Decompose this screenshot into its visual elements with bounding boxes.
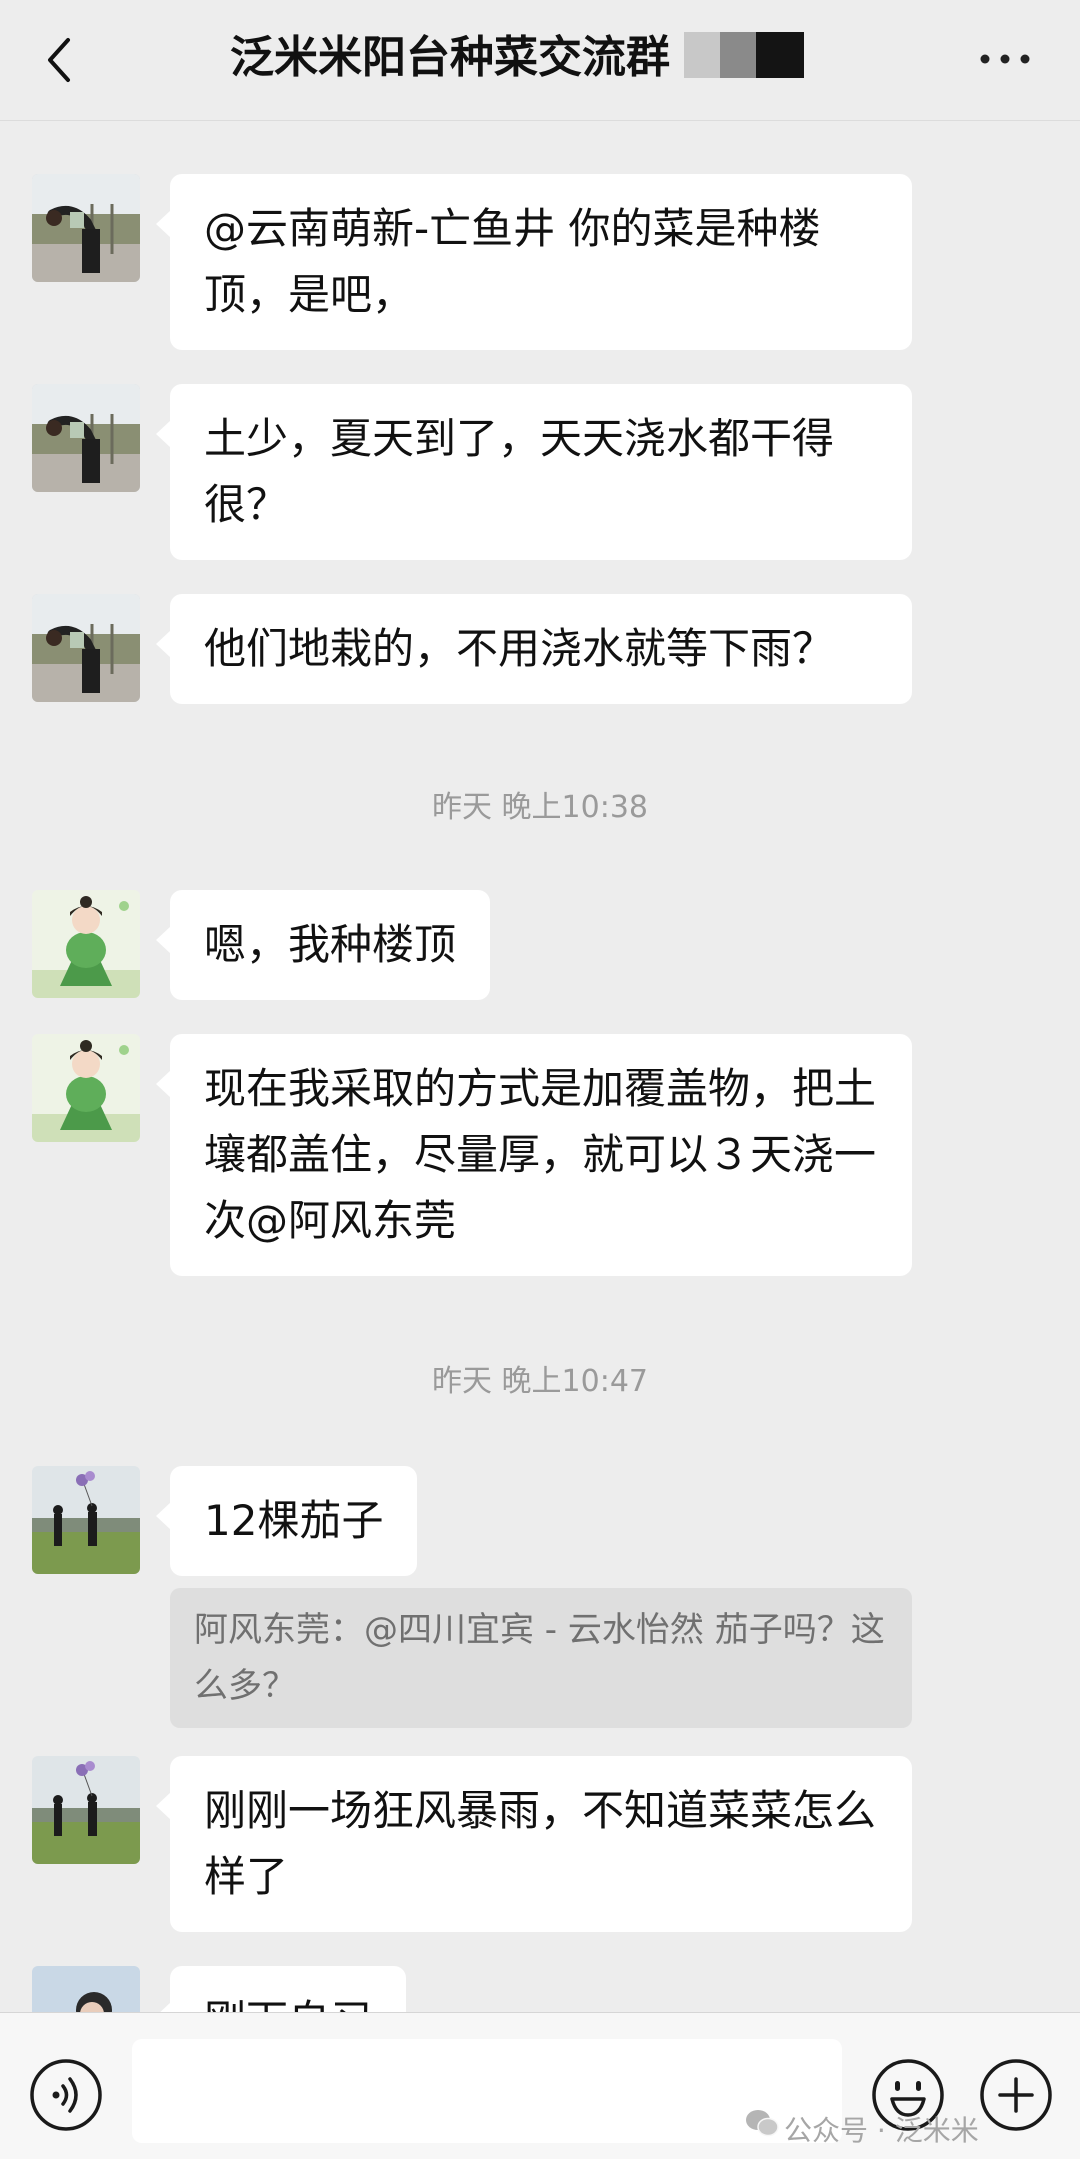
message-bubble[interactable]: 嗯，我种楼顶 [155, 890, 491, 1000]
quoted-message[interactable]: 阿风东莞：@四川宜宾 - 云水怡然 茄子吗？这么多？ [170, 1588, 912, 1728]
message-bubble[interactable]: 刚刚一场狂风暴雨，不知道菜菜怎么样了 [156, 1756, 912, 1932]
message-bubble[interactable]: 刚下自习 [155, 1966, 407, 2012]
user-avatar[interactable] [32, 174, 140, 282]
chat-input-bar: 公众号 · 泛米米 [0, 2012, 1080, 2159]
user-avatar[interactable] [32, 594, 140, 702]
plus-more-icon[interactable] [978, 2057, 1054, 2133]
user-avatar[interactable] [32, 1966, 140, 2012]
stretching-woman-avatar-icon [32, 174, 140, 282]
chat-header: 泛米米阳台种菜交流群 [0, 0, 1080, 121]
message-bubble[interactable]: 他们地栽的，不用浇水就等下雨？ [156, 594, 912, 704]
watermark-text: 公众号 · 泛米米 [784, 2114, 979, 2147]
message-bubble[interactable]: 土少，夏天到了，天天浇水都干得很？ [156, 384, 912, 560]
portrait-girl-avatar-icon [32, 1966, 140, 2012]
user-avatar[interactable] [32, 890, 140, 998]
back-arrow-icon[interactable] [40, 34, 80, 86]
stretching-woman-avatar-icon [32, 594, 140, 702]
green-dress-girl-avatar-icon [32, 1034, 140, 1142]
watermark: 公众号 · 泛米米 [746, 2109, 979, 2149]
user-avatar[interactable] [32, 1034, 140, 1142]
group-title: 泛米米阳台种菜交流群 [230, 32, 670, 83]
message-bubble[interactable]: 12棵茄子 [155, 1466, 418, 1576]
wechat-logo-icon [746, 2110, 779, 2137]
user-avatar[interactable] [32, 1756, 140, 1864]
message-input[interactable] [132, 2039, 842, 2143]
green-dress-girl-avatar-icon [32, 890, 140, 998]
user-avatar[interactable] [32, 1466, 140, 1574]
more-options-icon[interactable] [978, 52, 1032, 66]
message-bubble[interactable]: 现在我采取的方式是加覆盖物，把土壤都盖住，尽量厚，就可以３天浇一次@阿风东莞 [156, 1034, 912, 1276]
timestamp: 昨天 晚上10:47 [432, 1364, 648, 1399]
timestamp: 昨天 晚上10:38 [432, 790, 648, 825]
user-avatar[interactable] [32, 384, 140, 492]
balloons-field-avatar-icon [32, 1466, 140, 1574]
balloons-field-avatar-icon [32, 1756, 140, 1864]
message-bubble[interactable]: @云南萌新-亡鱼井 你的菜是种楼顶，是吧， [156, 174, 912, 350]
voice-input-icon[interactable] [28, 2057, 104, 2133]
stretching-woman-avatar-icon [32, 384, 140, 492]
message-list[interactable]: @云南萌新-亡鱼井 你的菜是种楼顶，是吧， 土少，夏天到了，天天浇水都干得很？ [0, 120, 1080, 2012]
